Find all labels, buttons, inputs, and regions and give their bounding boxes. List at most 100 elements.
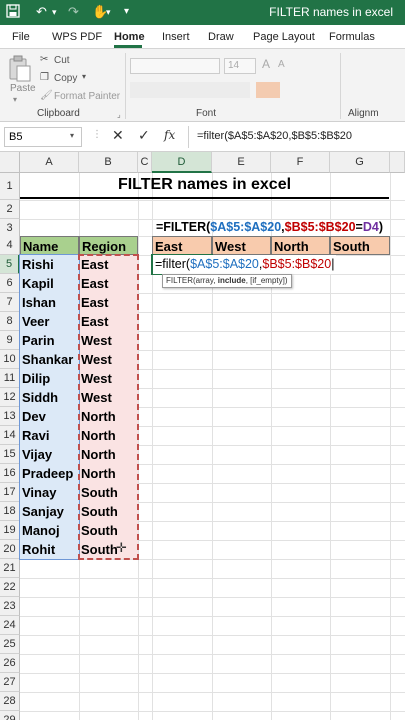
grid-line xyxy=(20,654,405,655)
cut-button[interactable]: Cut xyxy=(54,55,70,66)
header-name[interactable]: Name xyxy=(20,236,79,255)
paste-icon[interactable] xyxy=(8,55,32,86)
region-header-east[interactable]: East xyxy=(152,236,212,255)
column-header-h[interactable] xyxy=(390,152,405,173)
row-header[interactable]: 8 xyxy=(0,312,20,331)
cut-icon[interactable]: ✂ xyxy=(40,54,48,65)
row-header[interactable]: 14 xyxy=(0,426,20,445)
column-header-e[interactable]: E xyxy=(212,152,271,173)
row-header[interactable]: 11 xyxy=(0,369,20,388)
region-header-south[interactable]: South xyxy=(330,236,390,255)
fill-color-icon[interactable] xyxy=(256,82,280,98)
editing-include-ref: $B$5:$B$20 xyxy=(262,257,332,271)
format-painter-button[interactable]: Format Painter xyxy=(54,91,120,102)
formula-note[interactable]: =FILTER($A$5:$A$20,$B$5:$B$20=D4) xyxy=(154,218,383,237)
save-icon[interactable] xyxy=(6,4,20,21)
tab-file[interactable]: File xyxy=(12,31,30,43)
row-header[interactable]: 1 xyxy=(0,173,20,200)
column-header-d[interactable]: D xyxy=(152,152,212,173)
row-header[interactable]: 13 xyxy=(0,407,20,426)
column-header-b[interactable]: B xyxy=(79,152,138,173)
column-header-c[interactable]: C xyxy=(138,152,152,173)
worksheet: A B C D E F G 1 2 3 4 5 6 7 8 9 10 11 12… xyxy=(0,152,405,720)
tab-insert[interactable]: Insert xyxy=(162,31,190,43)
include-range-highlight xyxy=(78,254,139,560)
row-header[interactable]: 16 xyxy=(0,464,20,483)
sheet-title[interactable]: FILTER names in excel xyxy=(20,173,389,199)
formula-note-array-ref: $A$5:$A$20 xyxy=(210,220,282,234)
row-header[interactable]: 17 xyxy=(0,483,20,502)
function-tooltip[interactable]: FILTER(array, include, [if_empty]) xyxy=(162,274,292,288)
customize-toolbar-icon[interactable]: ▾ xyxy=(124,6,129,17)
row-header[interactable]: 25 xyxy=(0,635,20,654)
column-header-g[interactable]: G xyxy=(330,152,390,173)
select-all-corner[interactable] xyxy=(0,152,20,173)
chevron-down-icon[interactable]: ▾ xyxy=(13,95,17,104)
enter-icon[interactable]: ✓ xyxy=(138,127,150,144)
tab-page-layout[interactable]: Page Layout xyxy=(253,31,315,43)
row-header[interactable]: 9 xyxy=(0,331,20,350)
chevron-down-icon[interactable]: ▾ xyxy=(70,131,74,140)
row-header[interactable]: 18 xyxy=(0,502,20,521)
grid-line xyxy=(20,635,405,636)
format-painter-icon[interactable]: 🖌 xyxy=(40,90,53,101)
row-header[interactable]: 26 xyxy=(0,654,20,673)
copy-button[interactable]: Copy xyxy=(54,73,77,84)
row-header[interactable]: 29 xyxy=(0,711,20,720)
array-range-highlight xyxy=(19,254,80,560)
row-header[interactable]: 20 xyxy=(0,540,20,559)
row-header[interactable]: 28 xyxy=(0,692,20,711)
row-header[interactable]: 23 xyxy=(0,597,20,616)
editing-formula[interactable]: =filter($A$5:$A$20,$B$5:$B$20| xyxy=(153,255,337,274)
header-region[interactable]: Region xyxy=(79,236,138,255)
row-header[interactable]: 19 xyxy=(0,521,20,540)
tab-wps-pdf[interactable]: WPS PDF xyxy=(52,31,102,43)
region-header-north[interactable]: North xyxy=(271,236,330,255)
row-header[interactable]: 2 xyxy=(0,200,20,219)
increase-font-icon[interactable]: A xyxy=(262,57,270,71)
column-header-a[interactable]: A xyxy=(20,152,79,173)
row-header[interactable]: 21 xyxy=(0,559,20,578)
tab-formulas[interactable]: Formulas xyxy=(329,31,375,43)
row-header[interactable]: 27 xyxy=(0,673,20,692)
copy-icon[interactable]: ❐ xyxy=(40,72,49,83)
cancel-icon[interactable]: ✕ xyxy=(112,127,124,144)
editing-array-ref: $A$5:$A$20 xyxy=(190,257,259,271)
chevron-down-icon[interactable]: ▾ xyxy=(82,72,86,81)
more-icon: ⋮ xyxy=(92,129,102,140)
grid-line xyxy=(20,578,405,579)
editing-fn: =filter( xyxy=(155,257,191,271)
row-header[interactable]: 22 xyxy=(0,578,20,597)
redo-icon[interactable]: ↷ xyxy=(68,4,79,20)
tab-draw[interactable]: Draw xyxy=(208,31,234,43)
row-header[interactable]: 7 xyxy=(0,293,20,312)
row-header[interactable]: 5 xyxy=(0,255,20,274)
divider xyxy=(188,126,189,148)
font-size-box[interactable]: 14 xyxy=(224,58,256,74)
insert-function-icon[interactable]: fx xyxy=(164,128,175,142)
tab-home[interactable]: Home xyxy=(114,31,145,43)
chevron-down-icon[interactable]: ▾ xyxy=(52,7,57,18)
cursor-icon: ✛ xyxy=(116,540,127,555)
dialog-launcher-icon[interactable]: ⌟ xyxy=(117,110,121,119)
region-header-west[interactable]: West xyxy=(212,236,271,255)
row-header[interactable]: 6 xyxy=(0,274,20,293)
row-header[interactable]: 10 xyxy=(0,350,20,369)
formula-note-close: ) xyxy=(378,220,384,234)
formula-input[interactable]: =filter($A$5:$A$20,$B$5:$B$20 xyxy=(197,130,352,142)
row-header[interactable]: 24 xyxy=(0,616,20,635)
undo-icon[interactable]: ↶ xyxy=(36,4,47,20)
window-title: FILTER names in excel xyxy=(269,5,393,19)
decrease-font-icon[interactable]: A xyxy=(278,59,285,70)
paste-label[interactable]: Paste xyxy=(10,83,36,94)
row-header[interactable]: 15 xyxy=(0,445,20,464)
row-header[interactable]: 4 xyxy=(0,236,20,255)
text-caret: | xyxy=(331,257,335,271)
alignment-group-label: Alignm xyxy=(348,108,379,119)
row-header[interactable]: 12 xyxy=(0,388,20,407)
grid-line xyxy=(20,692,405,693)
title-bar: ↶ ▾ ↷ ✋ ▾ ▾ FILTER names in excel xyxy=(0,0,405,25)
column-header-f[interactable]: F xyxy=(271,152,330,173)
font-name-box[interactable] xyxy=(130,58,220,74)
chevron-down-icon[interactable]: ▾ xyxy=(106,7,111,18)
